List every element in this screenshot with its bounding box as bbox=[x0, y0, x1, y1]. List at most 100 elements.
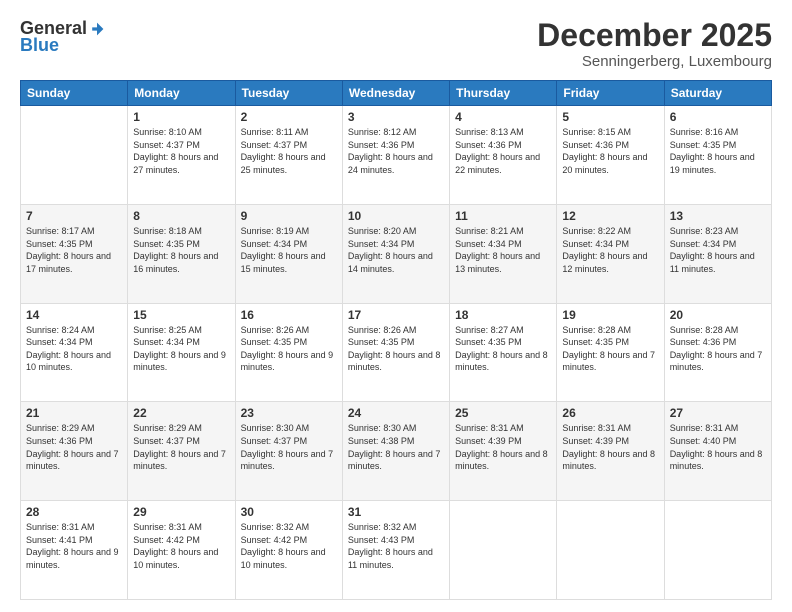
sunrise-text: Sunrise: 8:11 AM bbox=[241, 127, 309, 137]
cell-info: Sunrise: 8:15 AM Sunset: 4:36 PM Daylight:… bbox=[562, 126, 658, 176]
sunrise-text: Sunrise: 8:16 AM bbox=[670, 127, 739, 137]
table-cell: 10Sunrise: 8:20 AMSunset: 4:34 PMDayligh… bbox=[342, 204, 449, 303]
table-cell: 13Sunrise: 8:23 AMSunset: 4:34 PMDayligh… bbox=[664, 204, 771, 303]
col-saturday: Saturday bbox=[664, 81, 771, 106]
table-cell: 3Sunrise: 8:12 AMSunset: 4:36 PMDaylight… bbox=[342, 106, 449, 205]
location: Senningerberg, Luxembourg bbox=[537, 53, 772, 70]
sunset-text: Sunset: 4:35 PM bbox=[562, 337, 629, 347]
sunrise-text: Sunrise: 8:29 AM bbox=[26, 423, 95, 433]
daylight-text: Daylight: 8 hours and 9 minutes. bbox=[26, 547, 119, 570]
day-number: 16 bbox=[241, 308, 337, 322]
daylight-text: Daylight: 8 hours and 11 minutes. bbox=[670, 251, 755, 274]
logo: General Blue bbox=[20, 18, 105, 56]
sunset-text: Sunset: 4:34 PM bbox=[670, 239, 737, 249]
table-cell: 20Sunrise: 8:28 AMSunset: 4:36 PMDayligh… bbox=[664, 303, 771, 402]
daylight-text: Daylight: 8 hours and 16 minutes. bbox=[133, 251, 218, 274]
sunset-text: Sunset: 4:36 PM bbox=[670, 337, 737, 347]
sunset-text: Sunset: 4:39 PM bbox=[455, 436, 522, 446]
sunset-text: Sunset: 4:36 PM bbox=[348, 140, 415, 150]
sunset-text: Sunset: 4:36 PM bbox=[562, 140, 629, 150]
title-section: December 2025 Senningerberg, Luxembourg bbox=[537, 18, 772, 70]
header: General Blue December 2025 Senningerberg… bbox=[20, 18, 772, 70]
day-number: 21 bbox=[26, 406, 122, 420]
table-cell: 2Sunrise: 8:11 AMSunset: 4:37 PMDaylight… bbox=[235, 106, 342, 205]
sunrise-text: Sunrise: 8:21 AM bbox=[455, 226, 524, 236]
table-cell: 12Sunrise: 8:22 AMSunset: 4:34 PMDayligh… bbox=[557, 204, 664, 303]
cell-info: Sunrise: 8:18 AMSunset: 4:35 PMDaylight:… bbox=[133, 225, 229, 275]
daylight-text: Daylight: 8 hours and 24 minutes. bbox=[348, 152, 433, 175]
table-cell bbox=[557, 501, 664, 600]
sunset-text: Sunset: 4:35 PM bbox=[455, 337, 522, 347]
day-number: 25 bbox=[455, 406, 551, 420]
cell-info: Sunrise: 8:30 AMSunset: 4:38 PMDaylight:… bbox=[348, 422, 444, 472]
table-cell: 4Sunrise: 8:13 AMSunset: 4:36 PMDaylight… bbox=[450, 106, 557, 205]
col-tuesday: Tuesday bbox=[235, 81, 342, 106]
sunset-text: Sunset: 4:34 PM bbox=[133, 337, 200, 347]
sunrise-text: Sunrise: 8:31 AM bbox=[133, 522, 202, 532]
sunset-text: Sunset: 4:37 PM bbox=[133, 140, 200, 150]
cell-info: Sunrise: 8:26 AMSunset: 4:35 PMDaylight:… bbox=[348, 324, 444, 374]
sunrise-text: Sunrise: 8:18 AM bbox=[133, 226, 202, 236]
sunrise-text: Sunrise: 8:27 AM bbox=[455, 325, 524, 335]
cell-info: Sunrise: 8:25 AMSunset: 4:34 PMDaylight:… bbox=[133, 324, 229, 374]
sunrise-text: Sunrise: 8:15 AM bbox=[562, 127, 631, 137]
month-title: December 2025 bbox=[537, 18, 772, 53]
daylight-text: Daylight: 8 hours and 10 minutes. bbox=[241, 547, 326, 570]
day-number: 15 bbox=[133, 308, 229, 322]
daylight-text: Daylight: 8 hours and 20 minutes. bbox=[562, 152, 647, 175]
day-number: 22 bbox=[133, 406, 229, 420]
table-cell: 28Sunrise: 8:31 AMSunset: 4:41 PMDayligh… bbox=[21, 501, 128, 600]
table-cell: 6Sunrise: 8:16 AMSunset: 4:35 PMDaylight… bbox=[664, 106, 771, 205]
sunset-text: Sunset: 4:42 PM bbox=[133, 535, 200, 545]
sunrise-text: Sunrise: 8:26 AM bbox=[348, 325, 417, 335]
cell-info: Sunrise: 8:31 AMSunset: 4:40 PMDaylight:… bbox=[670, 422, 766, 472]
sunset-text: Sunset: 4:36 PM bbox=[26, 436, 93, 446]
table-cell: 24Sunrise: 8:30 AMSunset: 4:38 PMDayligh… bbox=[342, 402, 449, 501]
daylight-text: Daylight: 8 hours and 19 minutes. bbox=[670, 152, 755, 175]
day-number: 13 bbox=[670, 209, 766, 223]
table-cell: 17Sunrise: 8:26 AMSunset: 4:35 PMDayligh… bbox=[342, 303, 449, 402]
cell-info: Sunrise: 8:26 AMSunset: 4:35 PMDaylight:… bbox=[241, 324, 337, 374]
table-cell: 1Sunrise: 8:10 AMSunset: 4:37 PMDaylight… bbox=[128, 106, 235, 205]
sunrise-text: Sunrise: 8:12 AM bbox=[348, 127, 417, 137]
day-number: 30 bbox=[241, 505, 337, 519]
daylight-text: Daylight: 8 hours and 22 minutes. bbox=[455, 152, 540, 175]
daylight-text: Daylight: 8 hours and 14 minutes. bbox=[348, 251, 433, 274]
daylight-text: Daylight: 8 hours and 12 minutes. bbox=[562, 251, 647, 274]
sunrise-text: Sunrise: 8:28 AM bbox=[562, 325, 631, 335]
daylight-text: Daylight: 8 hours and 7 minutes. bbox=[562, 350, 655, 373]
cell-info: Sunrise: 8:20 AMSunset: 4:34 PMDaylight:… bbox=[348, 225, 444, 275]
sunrise-text: Sunrise: 8:28 AM bbox=[670, 325, 739, 335]
page: General Blue December 2025 Senningerberg… bbox=[0, 0, 792, 612]
daylight-text: Daylight: 8 hours and 9 minutes. bbox=[241, 350, 334, 373]
cell-info: Sunrise: 8:29 AMSunset: 4:37 PMDaylight:… bbox=[133, 422, 229, 472]
cell-info: Sunrise: 8:31 AMSunset: 4:39 PMDaylight:… bbox=[455, 422, 551, 472]
daylight-text: Daylight: 8 hours and 10 minutes. bbox=[133, 547, 218, 570]
sunrise-text: Sunrise: 8:24 AM bbox=[26, 325, 95, 335]
table-cell: 21Sunrise: 8:29 AMSunset: 4:36 PMDayligh… bbox=[21, 402, 128, 501]
sunrise-text: Sunrise: 8:31 AM bbox=[562, 423, 631, 433]
sunrise-text: Sunrise: 8:30 AM bbox=[348, 423, 417, 433]
sunrise-text: Sunrise: 8:19 AM bbox=[241, 226, 310, 236]
calendar-week-row: 28Sunrise: 8:31 AMSunset: 4:41 PMDayligh… bbox=[21, 501, 772, 600]
sunrise-text: Sunrise: 8:31 AM bbox=[455, 423, 524, 433]
table-cell: 16 Sunrise: 8:26 AMSunset: 4:35 PMDayligh… bbox=[235, 303, 342, 402]
table-cell: 18Sunrise: 8:27 AMSunset: 4:35 PMDayligh… bbox=[450, 303, 557, 402]
cell-info: Sunrise: 8:16 AMSunset: 4:35 PMDaylight:… bbox=[670, 126, 766, 176]
sunset-text: Sunset: 4:35 PM bbox=[241, 337, 308, 347]
cell-info: Sunrise: 8:12 AM Sunset: 4:36 PM Daylight:… bbox=[348, 126, 444, 176]
table-cell: 31Sunrise: 8:32 AMSunset: 4:43 PMDayligh… bbox=[342, 501, 449, 600]
logo-blue: Blue bbox=[20, 35, 59, 56]
cell-info: Sunrise: 8:19 AMSunset: 4:34 PMDaylight:… bbox=[241, 225, 337, 275]
sunrise-text: Sunrise: 8:10 AM bbox=[133, 127, 202, 137]
cell-info: Sunrise: 8:29 AMSunset: 4:36 PMDaylight:… bbox=[26, 422, 122, 472]
table-cell: 8Sunrise: 8:18 AMSunset: 4:35 PMDaylight… bbox=[128, 204, 235, 303]
sunset-text: Sunset: 4:35 PM bbox=[348, 337, 415, 347]
sunset-text: Sunset: 4:35 PM bbox=[26, 239, 93, 249]
sunset-text: Sunset: 4:37 PM bbox=[241, 436, 308, 446]
cell-info: Sunrise: 8:28 AM Sunset: 4:35 PM Daylight:… bbox=[562, 324, 658, 374]
cell-info: Sunrise: 8:10 AMSunset: 4:37 PMDaylight:… bbox=[133, 126, 229, 176]
sunset-text: Sunset: 4:34 PM bbox=[26, 337, 93, 347]
cell-info: Sunrise: 8:17 AMSunset: 4:35 PMDaylight:… bbox=[26, 225, 122, 275]
sunrise-text: Sunrise: 8:32 AM bbox=[348, 522, 417, 532]
